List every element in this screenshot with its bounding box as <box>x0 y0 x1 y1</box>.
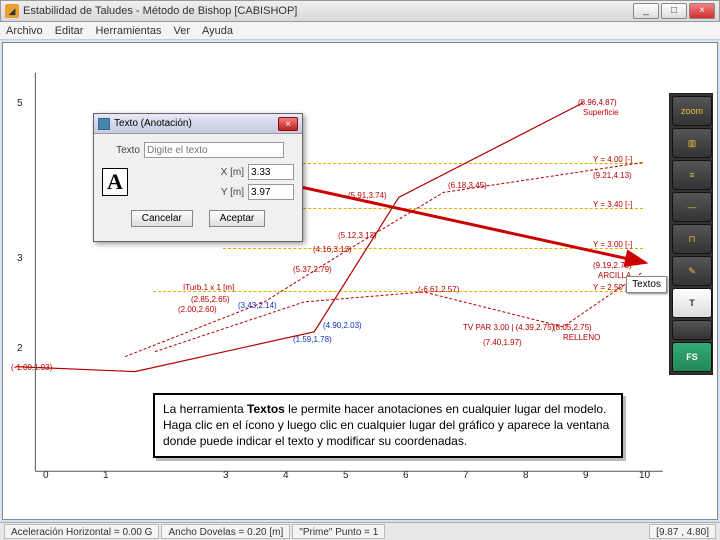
x-tick-5: 5 <box>343 470 349 481</box>
x-label: X [m] <box>206 167 244 178</box>
menu-herramientas[interactable]: Herramientas <box>95 25 161 37</box>
tool-tooltip: Textos <box>626 276 667 293</box>
right-toolbox: zoom ▥ ≡ — ⊓ ✎ T FS <box>669 93 713 375</box>
dialog-title: Texto (Anotación) <box>114 118 192 129</box>
dialog-titlebar[interactable]: Texto (Anotación) × <box>94 114 302 134</box>
tool-layers[interactable]: ≡ <box>672 160 712 190</box>
status-prime: "Prime" Punto = 1 <box>292 524 385 539</box>
pt-sup: Superficie <box>583 108 619 117</box>
pt-12: (6.18,3.45) <box>448 181 487 190</box>
tool-text[interactable]: T <box>672 288 712 318</box>
tool-zoom[interactable]: zoom <box>672 96 712 126</box>
texto-label: Texto <box>102 145 140 156</box>
y-input[interactable] <box>248 184 294 200</box>
tool-rect[interactable]: ⊓ <box>672 224 712 254</box>
dialog-icon <box>98 118 110 130</box>
status-coord: [9.87 , 4.80] <box>649 524 716 539</box>
pt-1: (-1.00,1.93) <box>11 363 52 372</box>
pt-14: (8.05,2.75) <box>553 323 592 332</box>
tool-grid[interactable]: ▥ <box>672 128 712 158</box>
status-ancho: Ancho Dovelas = 0.20 [m] <box>161 524 290 539</box>
tool-spacer <box>672 320 712 340</box>
pt-turb: ITurb.1 x 1 [m] <box>183 283 234 292</box>
pt-10: (5.91,3.74) <box>348 191 387 200</box>
accept-button[interactable]: Aceptar <box>209 210 265 227</box>
status-flex <box>387 524 647 539</box>
status-accel: Aceleración Horizontal = 0.00 G <box>4 524 159 539</box>
menubar: Archivo Editar Herramientas Ver Ayuda <box>0 22 720 40</box>
pt-3: (2.00,2.60) <box>178 305 217 314</box>
info-pre: La herramienta <box>163 402 247 416</box>
tool-fs[interactable]: FS <box>672 342 712 372</box>
pt-4: (2.85,2.65) <box>191 295 230 304</box>
texto-input[interactable] <box>144 142 284 158</box>
pt-9: (5.12,3.13) <box>338 231 377 240</box>
pt-6: (4.90,2.03) <box>323 321 362 330</box>
tool-line[interactable]: — <box>672 192 712 222</box>
pt-13: (7.40,1.97) <box>483 338 522 347</box>
x-tick-6: 6 <box>403 470 409 481</box>
x-input[interactable] <box>248 164 294 180</box>
menu-editar[interactable]: Editar <box>55 25 84 37</box>
menu-ayuda[interactable]: Ayuda <box>202 25 233 37</box>
level-label-34: Y = 3.40 [-] <box>593 200 632 209</box>
x-tick-3: 3 <box>223 470 229 481</box>
window-buttons: _ □ × <box>633 3 715 19</box>
pt-flam: TV PAR 3.00 | (4.39,2.75) <box>463 323 554 332</box>
x-tick-4: 4 <box>283 470 289 481</box>
plot-canvas[interactable]: 2 3 5 0 1 3 4 5 6 7 8 9 10 Y = 4.00 [-] … <box>3 43 717 519</box>
window-titlebar: ◢ Estabilidad de Taludes - Método de Bis… <box>0 0 720 22</box>
app-icon: ◢ <box>5 4 19 18</box>
pt-rel: RELLENO <box>563 333 600 342</box>
pt-8: (5.37,2.79) <box>293 265 332 274</box>
info-bold: Textos <box>247 402 285 416</box>
x-tick-0: 0 <box>43 470 49 481</box>
tool-pencil[interactable]: ✎ <box>672 256 712 286</box>
pt-16: (9.21,4.13) <box>593 171 632 180</box>
statusbar: Aceleración Horizontal = 0.00 G Ancho Do… <box>0 522 720 540</box>
font-preview-icon[interactable]: A <box>102 168 128 196</box>
level-label-4: Y = 4.00 [-] <box>593 155 632 164</box>
y-tick-5: 5 <box>17 98 23 109</box>
text-annotation-dialog: Texto (Anotación) × Texto A X [m] <box>93 113 303 242</box>
x-tick-10: 10 <box>639 470 650 481</box>
close-button[interactable]: × <box>689 3 715 19</box>
window-title: Estabilidad de Taludes - Método de Bisho… <box>23 5 633 17</box>
dialog-close-button[interactable]: × <box>278 117 298 131</box>
minimize-button[interactable]: _ <box>633 3 659 19</box>
dialog-body: Texto A X [m] Y [m] <box>94 134 302 241</box>
x-tick-8: 8 <box>523 470 529 481</box>
pt-2: (1.59,1.78) <box>293 335 332 344</box>
y-label: Y [m] <box>206 187 244 198</box>
maximize-button[interactable]: □ <box>661 3 687 19</box>
x-tick-1: 1 <box>103 470 109 481</box>
instruction-box: La herramienta Textos le permite hacer a… <box>153 393 623 458</box>
level-label-3: Y = 3.00 [-] <box>593 240 632 249</box>
level-line-3 <box>223 248 643 249</box>
pt-11: (-6.61,2.57) <box>418 285 459 294</box>
pt-7: (4.16,3.13) <box>313 245 352 254</box>
x-tick-7: 7 <box>463 470 469 481</box>
y-tick-3: 3 <box>17 253 23 264</box>
pt-5: (3.43,2.14) <box>238 301 277 310</box>
canvas-area: 2 3 5 0 1 3 4 5 6 7 8 9 10 Y = 4.00 [-] … <box>2 42 718 520</box>
level-line-4 <box>303 163 643 164</box>
menu-ver[interactable]: Ver <box>173 25 190 37</box>
menu-archivo[interactable]: Archivo <box>6 25 43 37</box>
x-tick-9: 9 <box>583 470 589 481</box>
y-tick-2: 2 <box>17 343 23 354</box>
level-line-34 <box>263 208 643 209</box>
cancel-button[interactable]: Cancelar <box>131 210 193 227</box>
pt-15: (8.96,4.87) <box>578 98 617 107</box>
pt-17: (9.19,2.73) <box>593 261 632 270</box>
